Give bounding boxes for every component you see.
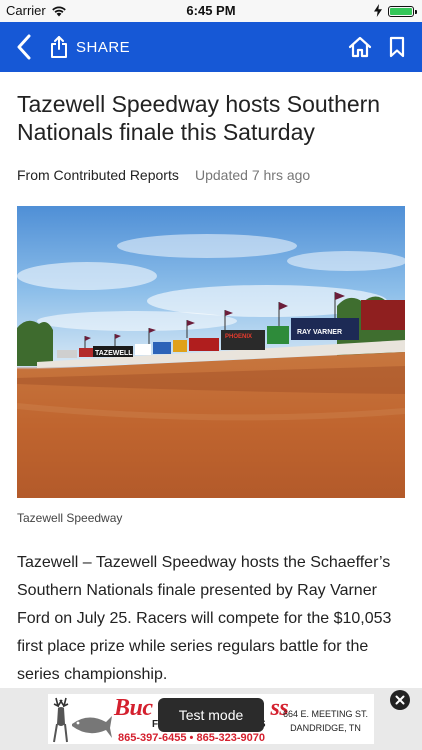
- speedway-photo: TAZEWELL PHOENIX RAY VARNER: [17, 206, 405, 498]
- article-byline: From Contributed Reports: [17, 167, 179, 183]
- article-updated: Updated 7 hrs ago: [195, 167, 311, 183]
- close-icon: [395, 695, 405, 705]
- app-bar: SHARE: [0, 22, 422, 72]
- ad-phone: 865-397-6455 • 865-323-9070: [118, 732, 265, 744]
- charging-icon: [374, 4, 382, 17]
- article-photo[interactable]: TAZEWELL PHOENIX RAY VARNER: [17, 206, 405, 498]
- ad-address-line1: 664 E. MEETING ST.: [282, 709, 368, 719]
- sign-phoenix: PHOENIX: [225, 334, 252, 340]
- share-icon: [51, 36, 67, 58]
- photo-caption: Tazewell Speedway: [17, 511, 123, 525]
- bookmark-icon: [389, 36, 405, 58]
- sign-ray-varner: RAY VARNER: [297, 329, 342, 336]
- ad-close-button[interactable]: [390, 690, 410, 710]
- sign-tazewell: TAZEWELL: [95, 350, 133, 357]
- home-button[interactable]: [346, 33, 374, 61]
- deer-fish-logo-icon: [53, 697, 112, 743]
- status-time: 6:45 PM: [186, 3, 236, 18]
- ad-address-line2: DANDRIDGE, TN: [290, 723, 361, 733]
- status-bar: Carrier 6:45 PM: [0, 0, 422, 22]
- article-body: Tazewell – Tazewell Speedway hosts the S…: [17, 554, 392, 683]
- share-label: SHARE: [76, 38, 131, 56]
- back-button[interactable]: [10, 32, 38, 62]
- home-icon: [348, 36, 372, 58]
- ad-brand-start: Buc: [114, 695, 153, 721]
- chevron-left-icon: [17, 34, 31, 60]
- battery-icon: [388, 6, 417, 17]
- ad-address: 664 E. MEETING ST. DANDRIDGE, TN: [283, 707, 368, 735]
- bookmark-button[interactable]: [386, 33, 408, 61]
- article-headline: Tazewell Speedway hosts Southern Nationa…: [17, 91, 381, 145]
- share-button[interactable]: SHARE: [50, 31, 130, 63]
- test-mode-toast: Test mode: [158, 698, 264, 732]
